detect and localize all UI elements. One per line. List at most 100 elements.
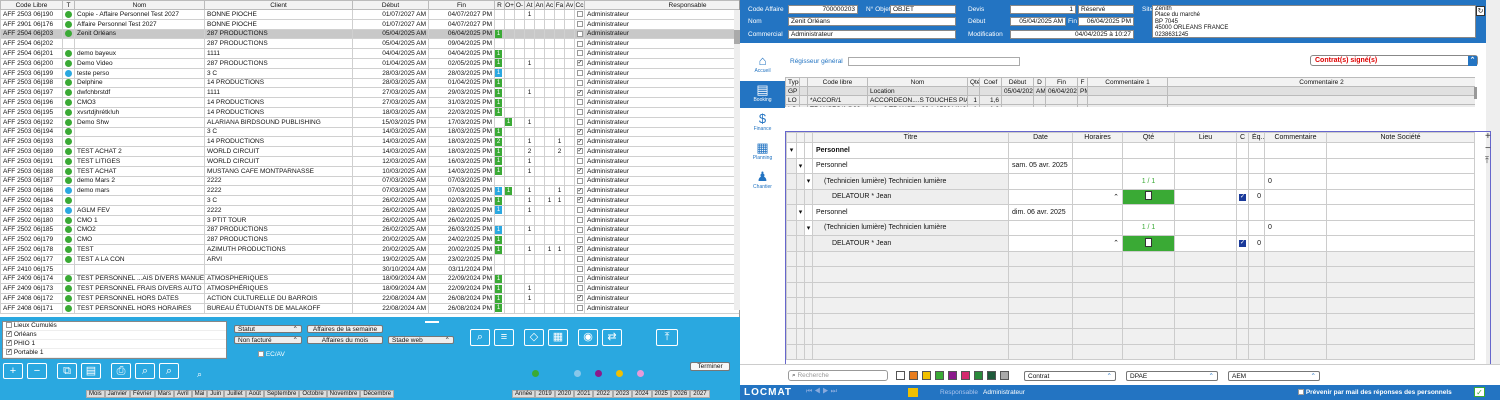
- c-cell[interactable]: [1236, 142, 1249, 159]
- column-header[interactable]: C: [1236, 132, 1249, 143]
- column-header[interactable]: Av: [564, 0, 575, 10]
- cc-cell[interactable]: [574, 18, 585, 30]
- table-row[interactable]: AFF 2503 06|198 Delphine 14 PRODUCTIONS 28/…: [0, 77, 739, 89]
- c-cell[interactable]: [1236, 157, 1249, 174]
- cc-cell[interactable]: [574, 253, 585, 265]
- horaires-cell[interactable]: [1072, 204, 1123, 221]
- lieu-checkbox[interactable]: ✓: [6, 349, 12, 356]
- tree-cell[interactable]: [796, 142, 805, 159]
- cc-cell[interactable]: [574, 263, 585, 275]
- table-row[interactable]: AFF 2502 06|177 TEST A LA CON ARVI 19/02/20…: [0, 253, 739, 265]
- cc-cell[interactable]: ✓: [574, 165, 585, 177]
- commentaire-cell[interactable]: [1264, 157, 1327, 174]
- table-row[interactable]: AFF 2503 06|196 CMO3 14 PRODUCTIONS 27/03/2…: [0, 97, 739, 108]
- cc-cell[interactable]: [574, 155, 585, 167]
- cc-cell[interactable]: [574, 48, 585, 59]
- color-swatch[interactable]: [935, 371, 944, 380]
- c-cell[interactable]: [1236, 173, 1249, 190]
- cc-checkbox[interactable]: ✓: [576, 295, 583, 302]
- column-header[interactable]: At: [524, 0, 535, 10]
- cc-cell[interactable]: [574, 67, 585, 79]
- cc-checkbox[interactable]: [576, 109, 583, 116]
- table-row[interactable]: AFF 2503 06|200 Demo Video 287 PRODUCTIONS…: [0, 57, 739, 69]
- month-tab[interactable]: Octobre: [299, 390, 327, 398]
- color-dot-icon[interactable]: [616, 370, 623, 377]
- cc-cell[interactable]: [574, 283, 585, 295]
- cc-checkbox[interactable]: [576, 69, 583, 76]
- date-cell[interactable]: [1008, 235, 1073, 252]
- column-header[interactable]: Début: [1001, 77, 1034, 87]
- sort-icon[interactable]: [799, 77, 808, 87]
- cc-checkbox[interactable]: [576, 11, 583, 18]
- table-row[interactable]: AFF 2502 06|179 CMO 287 PRODUCTIONS 20/02/2…: [0, 234, 739, 246]
- line-row[interactable]: LO TRANSFO/1@03alim 2 TRANSF....00 à 1500…: [785, 104, 1475, 107]
- qte-cell[interactable]: [1122, 188, 1175, 205]
- n-objet-field[interactable]: OBJET: [890, 5, 956, 14]
- month-tab[interactable]: Mois: [86, 390, 105, 398]
- qte-cell[interactable]: [1122, 235, 1175, 252]
- note-societe-cell[interactable]: [1326, 157, 1475, 174]
- tree-cell[interactable]: [804, 188, 813, 205]
- commentaire-cell[interactable]: [1264, 188, 1327, 205]
- column-header[interactable]: R: [494, 0, 505, 10]
- horaires-cell[interactable]: ⌃: [1072, 188, 1123, 205]
- column-header[interactable]: Ac: [544, 0, 555, 10]
- c-checkbox[interactable]: ✓: [1239, 193, 1246, 201]
- color-swatch[interactable]: [948, 371, 957, 380]
- cc-cell[interactable]: [574, 302, 585, 314]
- month-tab[interactable]: Mars: [154, 390, 175, 398]
- table-row[interactable]: AFF 2503 06|191 TEST LITIGES WORLD CIRCUIT…: [0, 155, 739, 167]
- color-dot-icon[interactable]: [637, 370, 644, 377]
- contrat-status-select[interactable]: Contrat(s) signé(s) ⌃: [1310, 55, 1478, 66]
- lieu-item[interactable]: ✓ PHIO 1: [3, 340, 226, 349]
- lieu-item[interactable]: ✓ Orléans: [3, 331, 226, 340]
- color-swatch[interactable]: [974, 371, 983, 380]
- commentaire-cell[interactable]: [1264, 142, 1327, 159]
- tree-cell[interactable]: [796, 188, 805, 205]
- cc-checkbox[interactable]: ✓: [576, 246, 583, 253]
- horaires-cell[interactable]: [1072, 157, 1123, 174]
- column-header[interactable]: Cc: [574, 0, 585, 10]
- table-row[interactable]: AFF 2503 06|186 demo mars 2222 07/03/2025 A…: [0, 185, 739, 197]
- commentaire-cell[interactable]: [1264, 204, 1327, 221]
- month-tab[interactable]: Juillet: [224, 390, 246, 398]
- statut-field[interactable]: Réservé: [1078, 5, 1134, 14]
- lieu-cell[interactable]: [1174, 235, 1237, 252]
- tree-cell[interactable]: ▾: [796, 157, 805, 174]
- note-societe-cell[interactable]: [1326, 235, 1475, 252]
- column-header[interactable]: Titre: [812, 132, 1009, 143]
- note-societe-cell[interactable]: [1326, 219, 1475, 236]
- cc-checkbox[interactable]: [576, 265, 583, 272]
- column-header[interactable]: O+: [504, 0, 515, 10]
- cc-checkbox[interactable]: [576, 226, 583, 233]
- add-personnel-button[interactable]: +: [1485, 131, 1491, 142]
- cc-cell[interactable]: [574, 106, 585, 118]
- cc-checkbox[interactable]: [576, 158, 583, 165]
- year-tab[interactable]: 2026: [670, 390, 691, 398]
- cc-cell[interactable]: [574, 175, 585, 187]
- column-header[interactable]: Nom: [74, 0, 205, 10]
- personnel-row[interactable]: DELATOUR * Jean ⌃ ✓ 0: [786, 188, 1475, 205]
- nav-accueil[interactable]: ⌂ Accueil: [740, 52, 785, 79]
- mail-checkbox[interactable]: Prévenir par mail des réponses des perso…: [1298, 389, 1452, 396]
- c-cell[interactable]: ✓: [1236, 235, 1249, 252]
- debut-field[interactable]: 05/04/2025 AM: [1010, 17, 1066, 26]
- lieu-cell[interactable]: [1174, 157, 1237, 174]
- column-header[interactable]: An: [534, 0, 545, 10]
- table-row[interactable]: AFF 2502 06|183 AGLM FEV 2222 26/02/2025 AM…: [0, 204, 739, 216]
- lieu-checkbox[interactable]: ✓: [6, 331, 12, 338]
- lieu-item[interactable]: ✓ Portable 1: [3, 349, 226, 358]
- transfer-button[interactable]: ⇄: [602, 329, 622, 346]
- note-societe-cell[interactable]: [1326, 188, 1475, 205]
- add-button[interactable]: +: [3, 363, 23, 379]
- horaires-cell[interactable]: [1072, 219, 1123, 236]
- column-header[interactable]: Horaires: [1072, 132, 1123, 143]
- table-row[interactable]: AFF 2409 06|174 TEST PERSONNEL ...AIS DIV…: [0, 273, 739, 285]
- cc-checkbox[interactable]: [576, 256, 583, 263]
- cc-cell[interactable]: [574, 224, 585, 236]
- personnel-row[interactable]: ▾ Personnel: [786, 142, 1475, 159]
- year-tab[interactable]: 2019: [535, 390, 555, 398]
- horaires-cell[interactable]: [1072, 173, 1123, 190]
- column-header[interactable]: Responsable: [584, 0, 739, 10]
- table-row[interactable]: AFF 2503 06|194 3 C 14/03/2025 AM 18/03/202…: [0, 126, 739, 138]
